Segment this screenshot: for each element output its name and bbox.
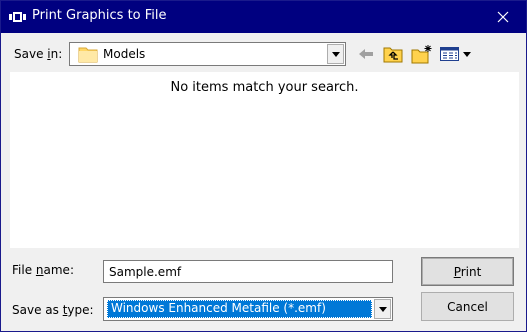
close-button[interactable] [480,1,526,33]
cancel-button[interactable]: Cancel [421,292,514,321]
save-as-type-dropdown-button[interactable] [374,299,391,319]
print-button[interactable]: Print [421,257,514,286]
up-folder-icon [383,47,403,63]
file-list[interactable]: No items match your search. [10,72,519,248]
empty-message: No items match your search. [170,80,359,95]
app-icon [9,12,26,22]
print-graphics-dialog: Print Graphics to File Save in: Models N… [0,0,527,332]
print-button-label: Print [453,264,482,279]
chevron-down-icon [331,51,340,57]
window-title: Print Graphics to File [32,8,167,23]
save-in-value: Models [103,47,146,61]
new-folder-icon [411,45,432,64]
chevron-down-icon [378,306,387,312]
file-name-input[interactable] [103,260,393,283]
folder-icon [78,47,98,63]
save-in-dropdown-button[interactable] [327,44,344,64]
save-in-label: Save in: [14,47,63,61]
back-button[interactable] [355,43,377,65]
save-in-dropdown[interactable]: Models [69,42,346,66]
close-icon [497,11,509,23]
save-as-type-value: Windows Enhanced Metafile (*.emf) [107,300,372,318]
back-arrow-icon [359,49,373,59]
file-name-label: File name: [12,263,74,277]
view-menu-icon [440,47,471,61]
save-as-type-label: Save as type: [12,303,94,317]
up-one-level-button[interactable] [381,43,405,65]
view-menu-button[interactable] [439,43,475,65]
new-folder-button[interactable] [410,43,434,65]
title-bar[interactable]: Print Graphics to File [1,1,526,33]
save-as-type-dropdown[interactable]: Windows Enhanced Metafile (*.emf) [103,297,393,321]
